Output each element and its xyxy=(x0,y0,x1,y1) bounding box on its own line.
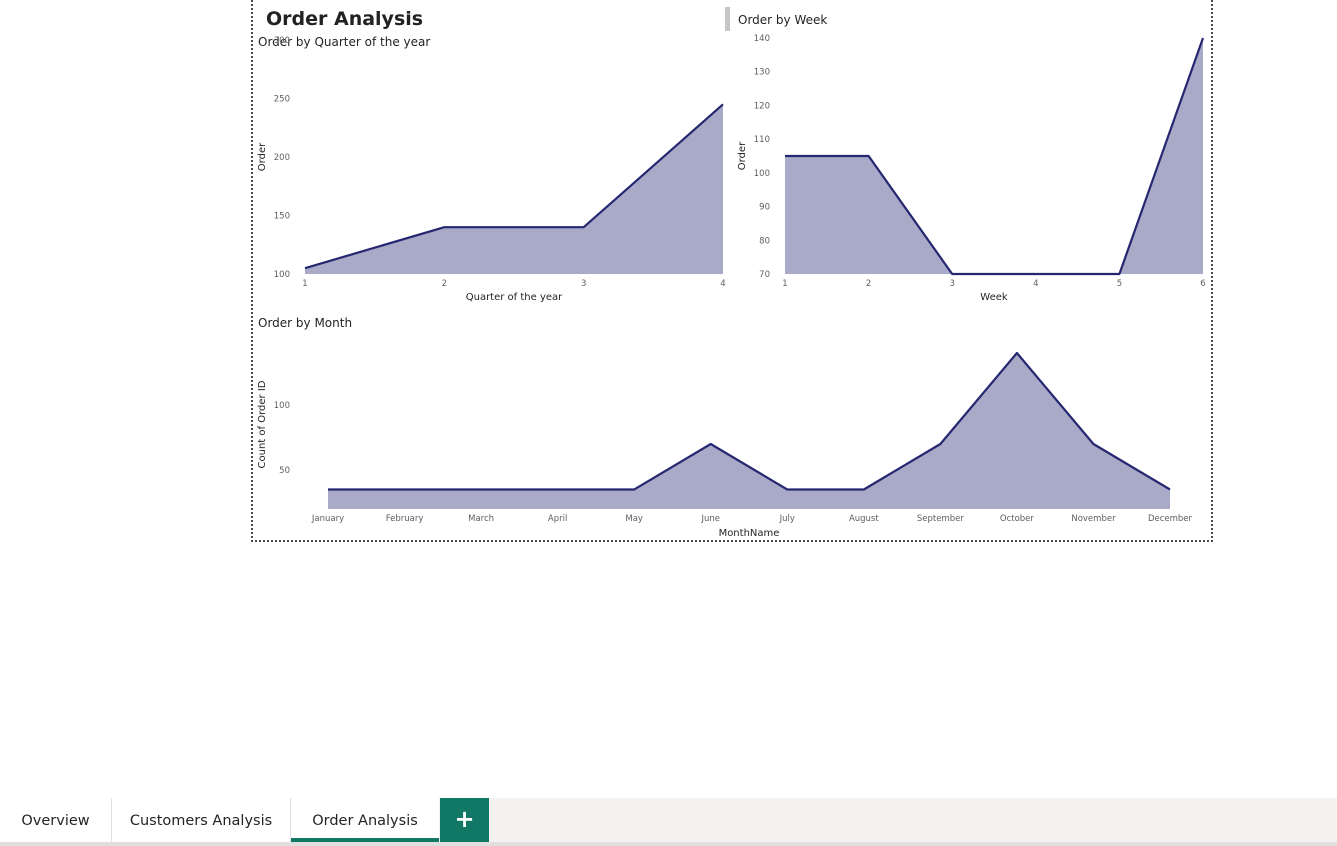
tab-order-analysis-label: Order Analysis xyxy=(312,813,418,829)
y-tick-quarter: 250 xyxy=(274,95,290,105)
y-tick-week: 90 xyxy=(759,203,770,213)
x-tick-month: September xyxy=(917,514,964,524)
x-tick-quarter: 4 xyxy=(720,279,725,289)
x-tick-week: 1 xyxy=(782,279,787,289)
x-tick-month: March xyxy=(468,514,494,524)
x-axis-title-month: MonthName xyxy=(719,528,780,539)
x-axis-title-week: Week xyxy=(980,292,1008,303)
y-tick-week: 130 xyxy=(754,68,770,78)
x-tick-quarter: 1 xyxy=(302,279,307,289)
y-tick-quarter: 150 xyxy=(274,212,290,222)
y-tick-week: 120 xyxy=(754,101,770,111)
y-axis-title-quarter: Order xyxy=(257,142,268,171)
x-tick-week: 3 xyxy=(949,279,954,289)
y-tick-quarter: 300 xyxy=(274,36,290,46)
tab-overview-label: Overview xyxy=(21,813,90,829)
area-month xyxy=(328,353,1170,509)
y-axis-title-month: Count of Order ID xyxy=(257,380,268,468)
tab-bar-border xyxy=(0,842,1337,846)
tab-overview[interactable]: Overview xyxy=(0,798,112,842)
x-tick-week: 2 xyxy=(866,279,871,289)
x-tick-quarter: 3 xyxy=(581,279,586,289)
x-tick-month: August xyxy=(849,514,879,524)
y-tick-week: 70 xyxy=(759,270,770,280)
report-canvas: Order Analysis Order by Quarter of the y… xyxy=(251,0,1213,542)
x-tick-month: February xyxy=(386,514,424,524)
y-tick-week: 110 xyxy=(754,135,770,145)
y-tick-month: 100 xyxy=(274,401,290,411)
y-tick-week: 100 xyxy=(754,169,770,179)
y-tick-month: 50 xyxy=(279,466,290,476)
x-tick-week: 6 xyxy=(1200,279,1205,289)
page-tab-bar: Overview Customers Analysis Order Analys… xyxy=(0,798,1337,842)
x-tick-quarter: 2 xyxy=(442,279,447,289)
x-tick-week: 5 xyxy=(1117,279,1122,289)
x-tick-month: December xyxy=(1148,514,1193,524)
x-tick-week: 4 xyxy=(1033,279,1038,289)
tab-customers-analysis[interactable]: Customers Analysis xyxy=(112,798,291,842)
x-tick-month: November xyxy=(1071,514,1116,524)
charts-svg: 1001502002503001 2 3 4Quarter of the yearOr… xyxy=(257,34,1206,539)
y-tick-week: 140 xyxy=(754,34,770,44)
y-axis-title-week: Order xyxy=(737,141,748,170)
x-tick-month: July xyxy=(779,514,795,524)
add-page-button[interactable]: + xyxy=(440,798,489,842)
x-tick-month: May xyxy=(625,514,643,524)
tab-customers-analysis-label: Customers Analysis xyxy=(129,813,273,829)
x-axis-title-quarter: Quarter of the year xyxy=(466,292,563,303)
plus-icon: + xyxy=(454,805,475,833)
x-tick-month: January xyxy=(311,514,344,524)
y-tick-quarter: 200 xyxy=(274,153,290,163)
y-tick-quarter: 100 xyxy=(274,270,290,280)
x-tick-month: April xyxy=(548,514,567,524)
x-tick-month: June xyxy=(700,514,720,524)
x-tick-month: October xyxy=(1000,514,1035,524)
y-tick-week: 80 xyxy=(759,236,770,246)
area-quarter xyxy=(305,104,723,274)
tab-order-analysis[interactable]: Order Analysis xyxy=(291,798,439,842)
